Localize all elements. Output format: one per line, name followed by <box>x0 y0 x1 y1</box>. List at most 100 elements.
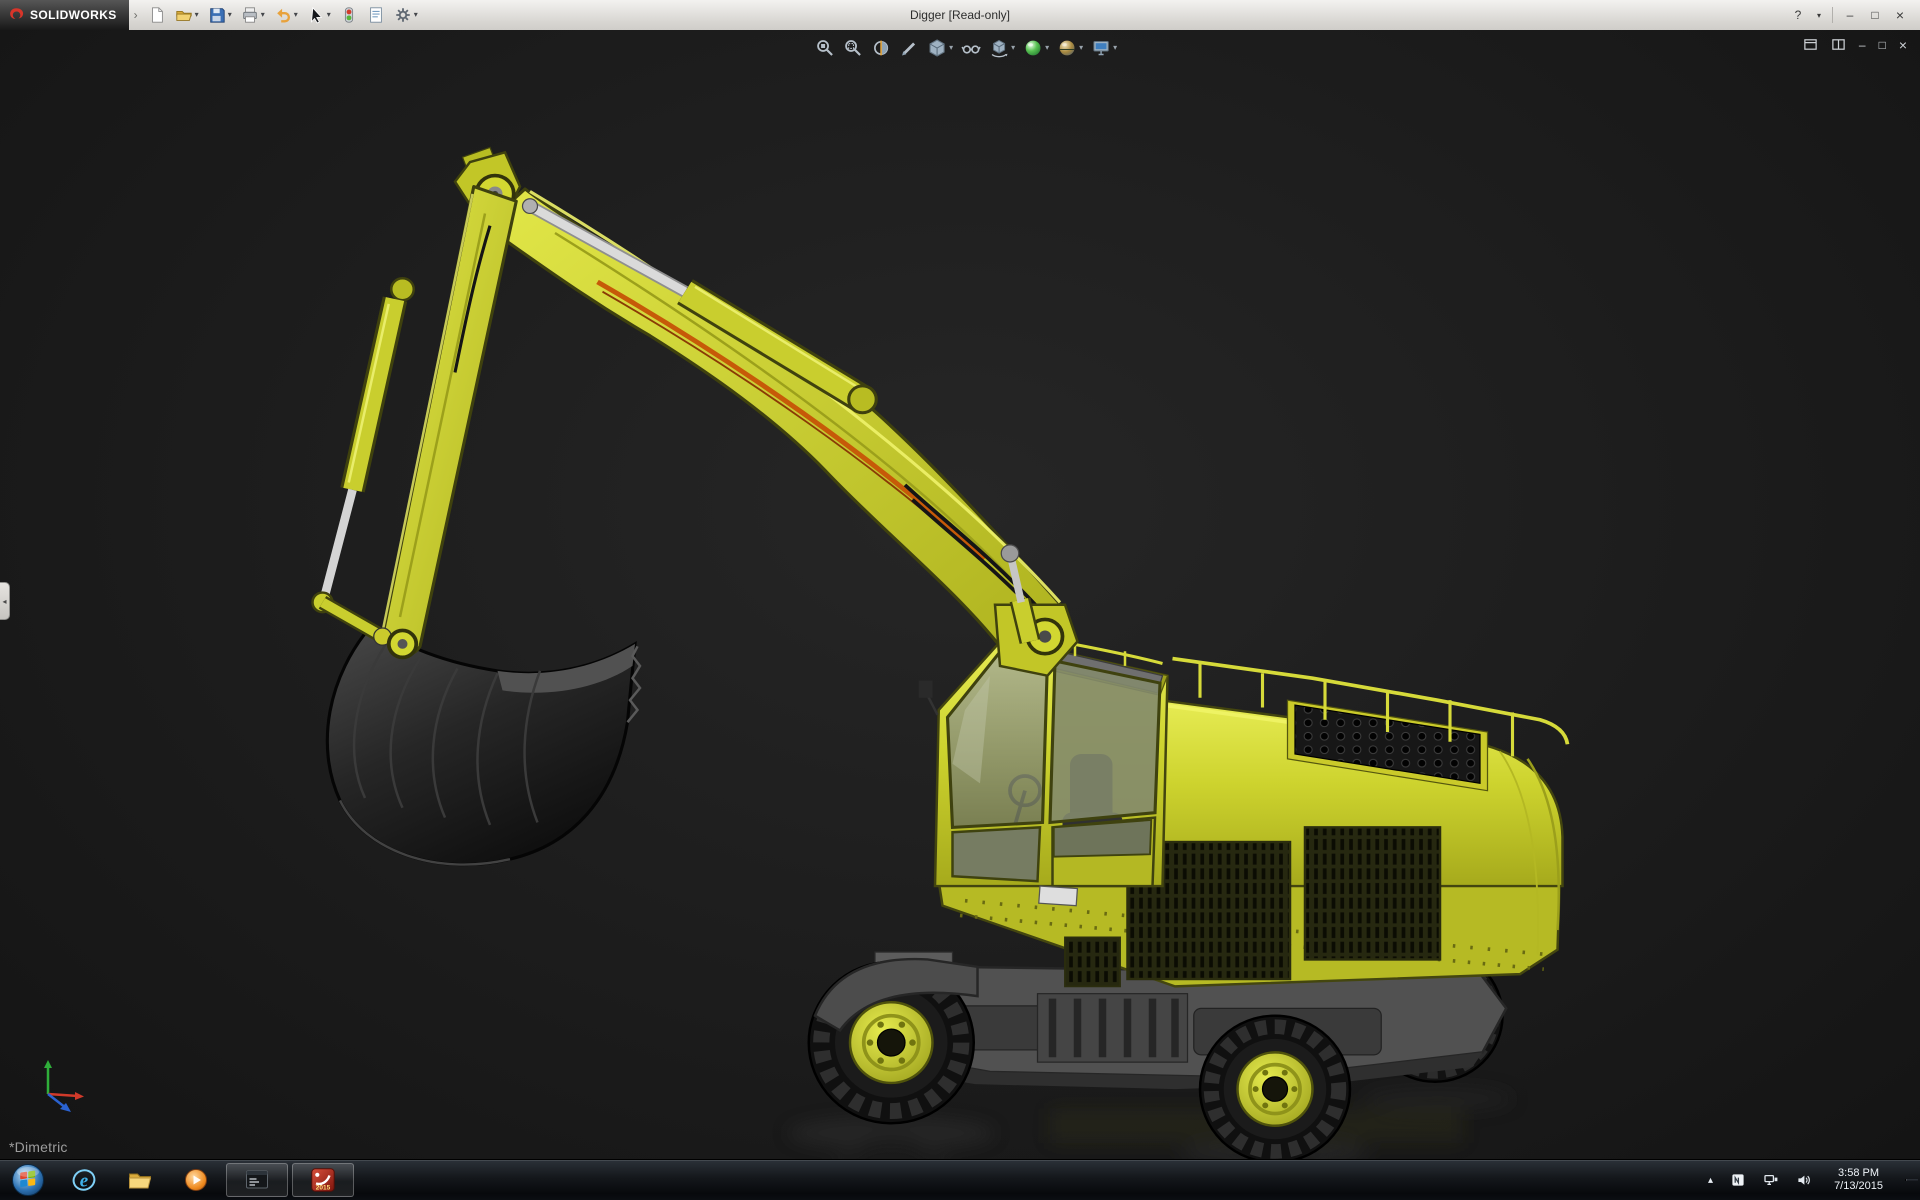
clock-date: 7/13/2015 <box>1834 1180 1883 1192</box>
save-icon <box>208 6 226 24</box>
command-window-icon <box>244 1167 270 1193</box>
print-icon <box>241 6 259 24</box>
pane-split-button[interactable] <box>1800 36 1821 53</box>
undo-button[interactable]: ▾ <box>271 3 301 27</box>
doc-minimize-button[interactable]: – <box>1856 38 1869 52</box>
close-button[interactable]: × <box>1888 5 1912 25</box>
solidworks-2015-icon: 2015 <box>310 1167 336 1193</box>
appearance-sphere-icon <box>1023 38 1043 58</box>
stick[interactable] <box>380 185 518 656</box>
windows-start-orb-icon <box>10 1162 46 1198</box>
network-button[interactable] <box>1759 1170 1783 1190</box>
taskbar-media-player[interactable] <box>168 1160 224 1200</box>
tray-app-icon <box>1730 1172 1746 1188</box>
save-button[interactable]: ▾ <box>205 3 235 27</box>
start-button[interactable] <box>0 1160 56 1200</box>
network-icon <box>1763 1172 1779 1188</box>
display-style-cube-icon <box>927 38 947 58</box>
volume-button[interactable] <box>1792 1170 1816 1190</box>
options-button[interactable]: ▾ <box>391 3 421 27</box>
orientation-triad <box>44 1060 84 1112</box>
window-controls: ? ▾ – □ × <box>1786 5 1920 25</box>
tray-expand-button[interactable]: ▴ <box>1704 1173 1717 1188</box>
rebuild-button[interactable] <box>337 3 361 27</box>
view-orientation-icon <box>989 38 1009 58</box>
clock-time: 3:58 PM <box>1838 1167 1880 1179</box>
options-dropdown-caret: ▾ <box>413 10 418 19</box>
heads-up-toolbar: ▾ ▾ ▾ ▾ ▾ <box>813 37 1119 59</box>
scene-sphere-icon <box>1057 38 1077 58</box>
solidworks-app: SOLIDWORKS › ▾ ▾ ▾ ▾ ▾ ▾ Digger [Read-on… <box>0 0 1920 1200</box>
solidworks-brand: SOLIDWORKS <box>0 0 129 30</box>
excavator-3d-model[interactable] <box>0 30 1920 1160</box>
doc-restore-button[interactable]: □ <box>1876 38 1889 52</box>
select-cursor-icon <box>307 6 325 24</box>
pane-view-button[interactable] <box>1828 36 1849 53</box>
help-button[interactable]: ? <box>1786 5 1810 25</box>
file-properties-button[interactable] <box>364 3 388 27</box>
taskbar-clock[interactable]: 3:58 PM 7/13/2015 <box>1825 1167 1892 1193</box>
media-player-icon <box>183 1167 209 1193</box>
apply-scene-caret: ▾ <box>1079 43 1084 52</box>
view-orientation-caret: ▾ <box>1011 43 1016 52</box>
doc-close-button[interactable]: × <box>1896 37 1910 53</box>
view-orientation-button[interactable]: ▾ <box>987 37 1017 59</box>
maximize-button[interactable]: □ <box>1863 5 1887 25</box>
tray-app-button[interactable] <box>1726 1170 1750 1190</box>
edit-appearance-button[interactable]: ▾ <box>1021 37 1051 59</box>
toolbar-overflow-chevron[interactable]: › <box>129 8 143 22</box>
select-button[interactable]: ▾ <box>304 3 334 27</box>
view-settings-caret: ▾ <box>1113 43 1118 52</box>
options-gear-icon <box>394 6 412 24</box>
select-dropdown-caret: ▾ <box>326 10 331 19</box>
view-orientation-label: *Dimetric <box>9 1139 68 1155</box>
boom[interactable] <box>483 187 1079 678</box>
apply-scene-button[interactable]: ▾ <box>1055 37 1085 59</box>
zoom-to-area-button[interactable] <box>841 37 865 59</box>
hide-show-items-button[interactable] <box>959 37 983 59</box>
print-button[interactable]: ▾ <box>238 3 268 27</box>
featuremanager-collapsed-tab[interactable]: ◂ <box>0 582 10 620</box>
clipping-plane-button[interactable] <box>897 37 921 59</box>
help-dropdown-caret[interactable]: ▾ <box>1811 5 1827 25</box>
taskbar-command-window[interactable] <box>226 1163 288 1197</box>
zoom-to-fit-button[interactable] <box>813 37 837 59</box>
new-document-icon <box>148 6 166 24</box>
internet-explorer-icon <box>71 1167 97 1193</box>
taskbar-solidworks-2015[interactable]: 2015 <box>292 1163 354 1197</box>
minimize-button[interactable]: – <box>1838 5 1862 25</box>
section-view-button[interactable] <box>869 37 893 59</box>
display-style-button[interactable]: ▾ <box>925 37 955 59</box>
taskbar-internet-explorer[interactable] <box>56 1160 112 1200</box>
volume-icon <box>1796 1172 1812 1188</box>
taskbar: 2015 ▴ 3:58 PM 7/13/2015 <box>0 1159 1920 1200</box>
bucket[interactable] <box>325 622 642 867</box>
open-button[interactable]: ▾ <box>172 3 202 27</box>
file-properties-icon <box>367 6 385 24</box>
graphics-viewport[interactable]: ▾ ▾ ▾ ▾ ▾ – □ × ◂ *Dimetric <box>0 30 1920 1160</box>
display-style-caret: ▾ <box>949 43 954 52</box>
wheel-front-right[interactable] <box>1198 1014 1352 1160</box>
document-window-controls: – □ × <box>1800 36 1910 53</box>
edit-appearance-caret: ▾ <box>1045 43 1050 52</box>
undo-icon <box>274 6 292 24</box>
brand-label: SOLIDWORKS <box>30 8 117 22</box>
window-title: Digger [Read-only] <box>909 8 1011 22</box>
system-tray: ▴ 3:58 PM 7/13/2015 <box>1704 1160 1920 1200</box>
zoom-to-area-icon <box>843 38 863 58</box>
solidworks-logo-icon <box>7 6 25 24</box>
new-document-button[interactable] <box>145 3 169 27</box>
taskbar-windows-explorer[interactable] <box>112 1160 168 1200</box>
pane-split-icon <box>1803 37 1818 52</box>
view-settings-icon <box>1091 38 1111 58</box>
print-dropdown-caret: ▾ <box>260 10 265 19</box>
svg-text:2015: 2015 <box>316 1185 331 1192</box>
boom-cylinder[interactable] <box>521 198 878 415</box>
view-settings-button[interactable]: ▾ <box>1089 37 1119 59</box>
app-titlebar: SOLIDWORKS › ▾ ▾ ▾ ▾ ▾ ▾ Digger [Read-on… <box>0 0 1920 31</box>
clipping-plane-icon <box>899 38 919 58</box>
section-view-icon <box>871 38 891 58</box>
save-dropdown-caret: ▾ <box>227 10 232 19</box>
pane-view-icon <box>1831 37 1846 52</box>
show-desktop-button[interactable] <box>1905 1179 1918 1181</box>
